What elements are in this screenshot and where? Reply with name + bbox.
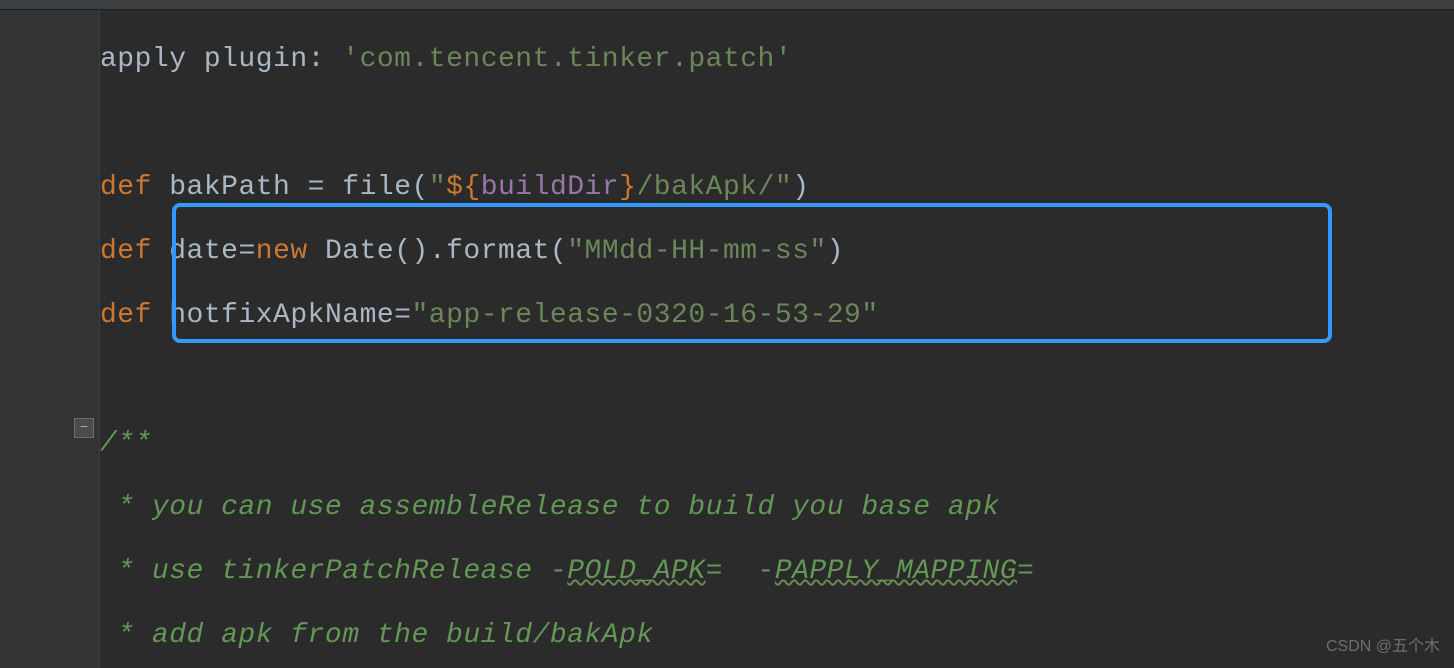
token-paren: )	[827, 236, 844, 267]
editor-toolbar	[0, 0, 1454, 10]
token-var: bakPath	[169, 172, 290, 203]
token-comment-underline: POLD_APK	[567, 556, 705, 587]
token-string: "app-release-0320-16-53-29"	[411, 300, 878, 331]
token-comment-open: /**	[100, 428, 152, 459]
code-line-blank[interactable]	[100, 92, 1454, 156]
code-line-blank[interactable]	[100, 348, 1454, 412]
code-line-comment[interactable]: * you can use assembleRelease to build y…	[100, 476, 1454, 540]
token-plugin: plugin:	[204, 44, 325, 75]
token-comment: = -	[706, 556, 775, 587]
editor-area: apply plugin: 'com.tencent.tinker.patch'…	[0, 10, 1454, 668]
code-area[interactable]: apply plugin: 'com.tencent.tinker.patch'…	[100, 10, 1454, 668]
token-string: 'com.tencent.tinker.patch'	[342, 44, 792, 75]
watermark: CSDN @五个木	[1326, 632, 1440, 656]
gutter[interactable]	[0, 10, 100, 668]
token-fn: file(	[342, 172, 429, 203]
token-comment: * use tinkerPatchRelease -	[100, 556, 567, 587]
token-comment: * add apk from the build/bakApk	[100, 620, 654, 651]
token-eq: =	[238, 236, 255, 267]
token-string: "MMdd-HH-mm-ss"	[567, 236, 827, 267]
code-line[interactable]: def bakPath = file("${buildDir}/bakApk/"…	[100, 156, 1454, 220]
token-var: date	[169, 236, 238, 267]
token-interp-close: }	[619, 172, 636, 203]
code-line-comment[interactable]: * add apk from the build/bakApk	[100, 604, 1454, 668]
token-def: def	[100, 236, 152, 267]
token-def: def	[100, 300, 152, 331]
token-interp-open: ${	[446, 172, 481, 203]
code-line-comment[interactable]: * use tinkerPatchRelease -POLD_APK= -PAP…	[100, 540, 1454, 604]
token-comment: =	[1017, 556, 1069, 587]
token-eq: =	[308, 172, 325, 203]
token-new: new	[256, 236, 308, 267]
token-string: /bakApk/	[636, 172, 774, 203]
token-interp-var: buildDir	[481, 172, 619, 203]
token-var: hotfixApkName	[169, 300, 394, 331]
code-line-comment[interactable]: /**	[100, 412, 1454, 476]
token-comment: * you can use assembleRelease to build y…	[100, 492, 1000, 523]
token-def: def	[100, 172, 152, 203]
token-apply: apply	[100, 44, 187, 75]
token-call: Date().format(	[325, 236, 567, 267]
fold-toggle-icon[interactable]	[74, 418, 94, 438]
code-line[interactable]: def date=new Date().format("MMdd-HH-mm-s…	[100, 220, 1454, 284]
token-paren: )	[792, 172, 809, 203]
code-line[interactable]: def hotfixApkName="app-release-0320-16-5…	[100, 284, 1454, 348]
token-quote: "	[775, 172, 792, 203]
token-quote: "	[429, 172, 446, 203]
code-line[interactable]: apply plugin: 'com.tencent.tinker.patch'	[100, 28, 1454, 92]
token-eq: =	[394, 300, 411, 331]
token-comment-underline: PAPPLY_MAPPING	[775, 556, 1017, 587]
